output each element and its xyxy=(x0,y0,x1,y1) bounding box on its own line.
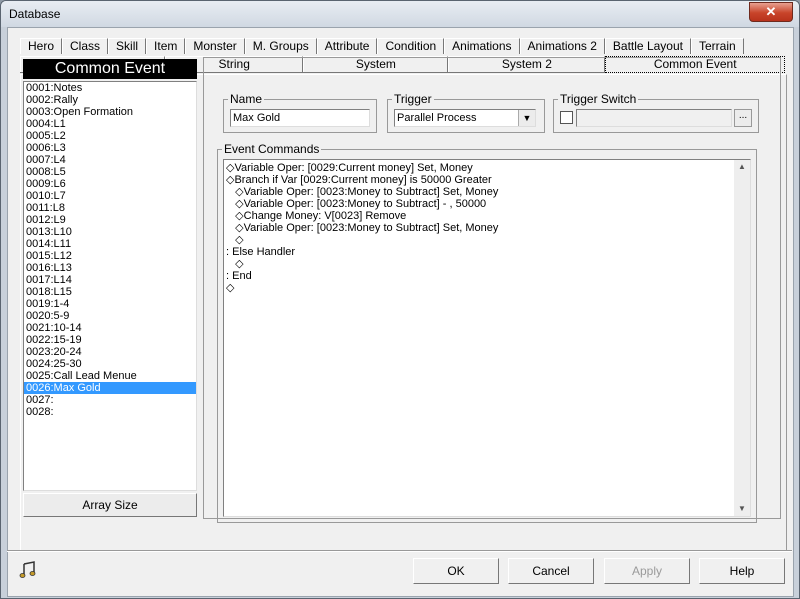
tab-row-1: Hero Class Skill Item Monster M. Groups Attrib… xyxy=(20,38,744,54)
title-bar[interactable]: Database ✕ xyxy=(1,1,799,27)
list-item[interactable]: 0010:L7 xyxy=(24,190,196,202)
list-item[interactable]: 0016:L13 xyxy=(24,262,196,274)
trigger-switch-group: Trigger Switch ... xyxy=(553,92,759,133)
command-line[interactable]: ◇Variable Oper: [0023:Money to Subtract]… xyxy=(226,198,750,210)
list-header: Common Event xyxy=(23,59,197,79)
event-commands-list[interactable]: ◇Variable Oper: [0029:Current money] Set… xyxy=(223,159,751,517)
help-button[interactable]: Help xyxy=(699,558,785,584)
tab-hero[interactable]: Hero xyxy=(20,38,63,54)
trigger-label: Trigger xyxy=(392,92,434,106)
tab-skill[interactable]: Skill xyxy=(108,38,147,54)
commands-scrollbar[interactable]: ▲ ▼ xyxy=(734,160,750,516)
command-line[interactable]: ◇Variable Oper: [0023:Money to Subtract]… xyxy=(226,222,750,234)
command-line[interactable]: : Else Handler xyxy=(226,246,750,258)
name-label: Name xyxy=(228,92,265,106)
list-item[interactable]: 0020:5-9 xyxy=(24,310,196,322)
trigger-group: Trigger Parallel Process ▼ xyxy=(387,92,545,133)
list-item[interactable]: 0003:Open Formation xyxy=(24,106,196,118)
trigger-value: Parallel Process xyxy=(397,112,477,124)
list-item[interactable]: 0026:Max Gold xyxy=(24,382,196,394)
name-input[interactable]: Max Gold xyxy=(230,109,370,127)
list-item[interactable]: 0014:L11 xyxy=(24,238,196,250)
scroll-down-icon[interactable]: ▼ xyxy=(734,502,750,516)
close-button[interactable]: ✕ xyxy=(749,2,793,22)
list-item[interactable]: 0001:Notes xyxy=(24,82,196,94)
list-item[interactable]: 0017:L14 xyxy=(24,274,196,286)
chevron-down-icon[interactable]: ▼ xyxy=(518,110,535,126)
list-item[interactable]: 0002:Rally xyxy=(24,94,196,106)
list-item[interactable]: 0028: xyxy=(24,406,196,418)
tab-terrain[interactable]: Terrain xyxy=(690,38,744,54)
list-item[interactable]: 0007:L4 xyxy=(24,154,196,166)
music-note-icon[interactable] xyxy=(19,561,37,579)
scroll-up-icon[interactable]: ▲ xyxy=(734,160,750,174)
tab-battle-layout[interactable]: Battle Layout xyxy=(604,38,691,54)
command-lines: ◇Variable Oper: [0029:Current money] Set… xyxy=(224,160,750,294)
list-item[interactable]: 0019:1-4 xyxy=(24,298,196,310)
tab-class[interactable]: Class xyxy=(62,38,109,54)
command-line[interactable]: ◇Branch if Var [0029:Current money] is 5… xyxy=(226,174,750,186)
tab-animations[interactable]: Animations xyxy=(444,38,520,54)
common-event-list[interactable]: 0001:Notes 0002:Rally 0003:Open Formation 0… xyxy=(23,81,197,491)
list-item[interactable]: 0008:L5 xyxy=(24,166,196,178)
list-item[interactable]: 0013:L10 xyxy=(24,226,196,238)
tab-animations-2[interactable]: Animations 2 xyxy=(519,38,605,54)
tab-item[interactable]: Item xyxy=(146,38,186,54)
command-line[interactable]: ◇Change Money: V[0023] Remove xyxy=(226,210,750,222)
cancel-button[interactable]: Cancel xyxy=(508,558,594,584)
name-group: Name Max Gold xyxy=(223,92,377,133)
tab-monster[interactable]: Monster xyxy=(185,38,245,54)
trigger-switch-label: Trigger Switch xyxy=(558,92,639,106)
command-line[interactable]: ◇ xyxy=(226,258,750,270)
list-item[interactable]: 0024:25-30 xyxy=(24,358,196,370)
tab-condition[interactable]: Condition xyxy=(377,38,445,54)
list-item[interactable]: 0027: xyxy=(24,394,196,406)
event-commands-label: Event Commands xyxy=(222,142,322,156)
command-line[interactable]: ◇Variable Oper: [0029:Current money] Set… xyxy=(226,162,750,174)
command-line[interactable]: ◇Variable Oper: [0023:Money to Subtract]… xyxy=(226,186,750,198)
list-item[interactable]: 0022:15-19 xyxy=(24,334,196,346)
list-item[interactable]: 0011:L8 xyxy=(24,202,196,214)
list-item[interactable]: 0012:L9 xyxy=(24,214,196,226)
list-item[interactable]: 0023:20-24 xyxy=(24,346,196,358)
array-size-button[interactable]: Array Size xyxy=(23,493,197,517)
bottom-separator xyxy=(7,550,792,552)
list-item[interactable]: 0025:Call Lead Menue xyxy=(24,370,196,382)
trigger-switch-field xyxy=(576,109,732,127)
database-window: Database ✕ Hero Class Skill Item Monster M. G… xyxy=(0,0,800,599)
list-item[interactable]: 0015:L12 xyxy=(24,250,196,262)
tab-m-groups[interactable]: M. Groups xyxy=(244,38,317,54)
list-item[interactable]: 0009:L6 xyxy=(24,178,196,190)
apply-button[interactable]: Apply xyxy=(604,558,690,584)
trigger-select[interactable]: Parallel Process ▼ xyxy=(394,109,536,127)
list-item[interactable]: 0018:L15 xyxy=(24,286,196,298)
command-line[interactable]: : End xyxy=(226,270,750,282)
ok-button[interactable]: OK xyxy=(413,558,499,584)
list-item[interactable]: 0006:L3 xyxy=(24,142,196,154)
trigger-switch-browse-button[interactable]: ... xyxy=(734,109,752,127)
window-title: Database xyxy=(9,7,61,21)
command-line[interactable]: ◇ xyxy=(226,282,750,294)
command-line[interactable]: ◇ xyxy=(226,234,750,246)
trigger-switch-checkbox[interactable] xyxy=(560,111,573,124)
list-item[interactable]: 0005:L2 xyxy=(24,130,196,142)
list-item[interactable]: 0004:L1 xyxy=(24,118,196,130)
tab-attribute[interactable]: Attribute xyxy=(316,38,378,54)
list-item[interactable]: 0021:10-14 xyxy=(24,322,196,334)
